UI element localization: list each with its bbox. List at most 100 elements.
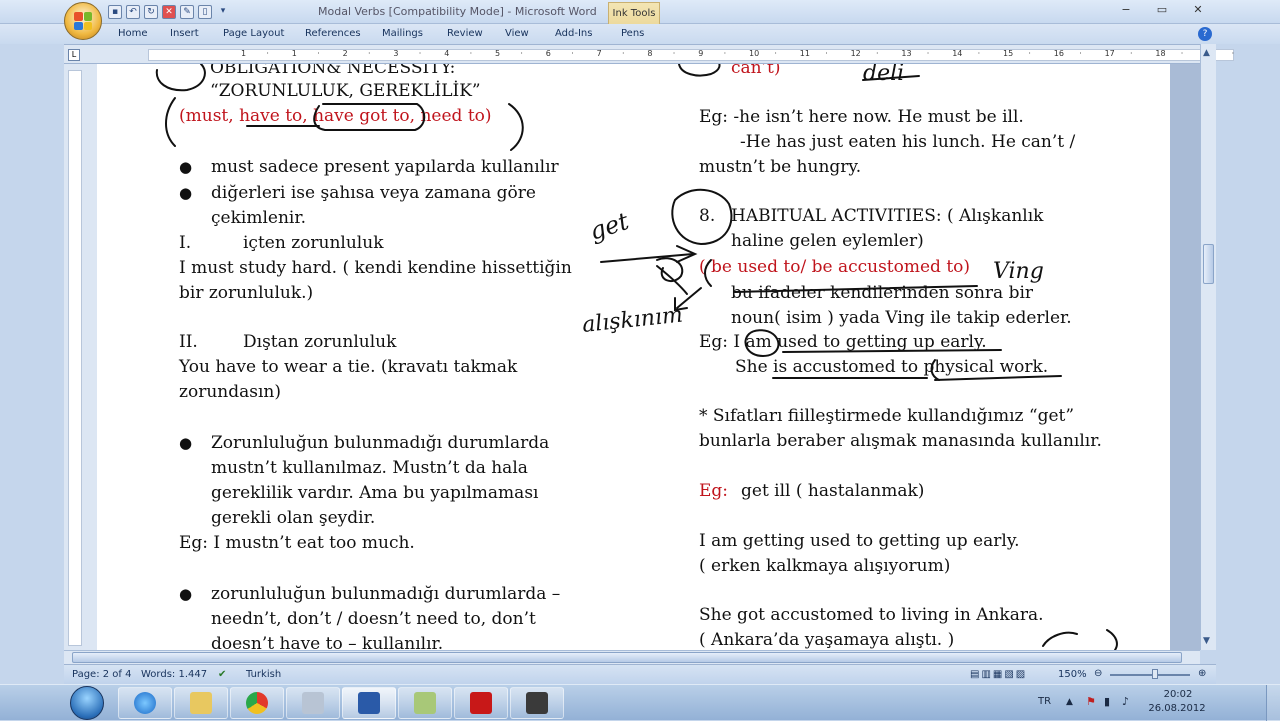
close-button[interactable]: ✕	[1180, 2, 1216, 20]
tab-view[interactable]: View	[505, 28, 529, 39]
new-doc-icon[interactable]: ▯	[198, 5, 212, 19]
ink-bracket-right	[508, 103, 524, 151]
minimize-button[interactable]: −	[1108, 2, 1144, 20]
chrome-icon[interactable]	[230, 687, 284, 719]
close-doc-icon[interactable]: ✕	[162, 5, 176, 19]
example-text: get ill ( hastalanmak)	[741, 481, 925, 501]
flag-icon[interactable]: ⚑	[1086, 695, 1096, 708]
save-icon[interactable]: ▪	[108, 5, 122, 19]
ruler-number: 1	[241, 49, 247, 58]
handwriting-aliskinim: alışkınım	[581, 303, 684, 338]
tab-pens[interactable]: Pens	[621, 28, 644, 39]
tab-references[interactable]: References	[305, 28, 361, 39]
list-item: doesn’t have to – kullanılır.	[211, 634, 444, 650]
acrobat-icon[interactable]	[454, 687, 508, 719]
tab-add-ins[interactable]: Add-Ins	[555, 28, 592, 39]
ink-corner-mark	[1042, 631, 1078, 647]
ruler-number: ·	[723, 49, 727, 58]
tab-review[interactable]: Review	[447, 28, 483, 39]
ruler-number: ·	[368, 49, 371, 58]
zoom-slider[interactable]	[1110, 674, 1190, 676]
ruler-number: 5	[495, 49, 501, 58]
network-icon[interactable]: ▮	[1104, 695, 1110, 708]
maximize-button[interactable]: ▭	[1144, 2, 1180, 20]
ruler-number: ·	[520, 49, 523, 58]
ink-bracket-left	[165, 97, 176, 147]
section-number: 8.	[699, 206, 716, 226]
language-indicator[interactable]: TR	[1038, 696, 1051, 707]
vertical-scrollbar[interactable]: ▲ ▼	[1200, 44, 1216, 650]
scroll-up-icon[interactable]: ▲	[1203, 48, 1210, 58]
language-indicator[interactable]: Turkish	[246, 669, 281, 680]
ink-corner-bracket	[1106, 629, 1118, 650]
customize-qat-icon[interactable]: ▾	[216, 5, 230, 19]
bullet-icon: ●	[179, 184, 193, 202]
horizontal-scrollbar[interactable]	[64, 650, 1200, 664]
zoom-slider-thumb[interactable]	[1152, 669, 1158, 679]
ie-icon[interactable]	[118, 687, 172, 719]
red-text: ( be used to/ be accustomed to)	[699, 257, 971, 277]
proofing-icon[interactable]: ✔	[218, 669, 226, 680]
ruler-number: ·	[469, 49, 473, 58]
ruler-number: ·	[1079, 49, 1082, 58]
list-item: needn’t, don’t / doesn’t need to, don’t	[211, 609, 536, 629]
zoom-in-icon[interactable]: ⊕	[1198, 668, 1206, 679]
tray-arrow-icon[interactable]: ▲	[1066, 697, 1073, 707]
calculator-icon[interactable]	[286, 687, 340, 719]
word-count[interactable]: Words: 1.447	[141, 669, 207, 680]
pen-icon[interactable]: ✎	[180, 5, 194, 19]
office-button[interactable]	[64, 2, 102, 40]
scroll-thumb[interactable]	[72, 652, 1182, 663]
volume-icon[interactable]: ♪	[1122, 695, 1129, 708]
zoom-out-icon[interactable]: ⊖	[1094, 668, 1102, 679]
paragraph-text: zorundasın)	[179, 382, 281, 402]
ink-underline-deli	[862, 75, 920, 81]
clock-date[interactable]: 26.08.2012	[1142, 703, 1212, 714]
ruler-number: ·	[1130, 49, 1133, 58]
tab-page-layout[interactable]: Page Layout	[223, 28, 284, 39]
bullet-icon: ●	[179, 585, 193, 603]
start-button[interactable]	[70, 686, 104, 720]
ink-circle-top-right	[678, 64, 721, 77]
view-buttons[interactable]: ▤▥▦▧▨	[970, 669, 1027, 680]
ink-arrow-down-left	[676, 287, 702, 309]
ink-swirl	[656, 257, 684, 283]
document-area: OBLIGATION& NECESSITY: “ZORUNLULUK, GERE…	[97, 64, 1200, 650]
scroll-down-icon[interactable]: ▼	[1203, 636, 1210, 646]
example-text: I am getting used to getting up early.	[699, 531, 1020, 551]
scroll-thumb[interactable]	[1203, 244, 1214, 284]
tab-insert[interactable]: Insert	[170, 28, 199, 39]
list-item: mustn’t kullanılmaz. Mustn’t da hala	[211, 458, 528, 478]
section-title: HABITUAL ACTIVITIES: ( Alışkanlık	[731, 206, 1044, 226]
ruler-number: ·	[672, 49, 676, 58]
ruler-number: ·	[977, 49, 981, 58]
tab-mailings[interactable]: Mailings	[382, 28, 423, 39]
horizontal-ruler[interactable]: L 1 · 1 · 2 · 3 · 4 · 5 · 6 · 7 · 8 · 9 · 10 · 11 · 12 · 13 · 14 · 15 ·…	[64, 44, 1234, 64]
ruler-number: ·	[926, 49, 930, 58]
zoom-level[interactable]: 150%	[1058, 669, 1087, 680]
ruler-number: ·	[266, 49, 269, 58]
ruler-number: 7	[596, 49, 602, 58]
list-item: gereklilik vardır. Ama bu yapılmaması	[211, 483, 539, 503]
word-icon[interactable]	[342, 687, 396, 719]
help-icon[interactable]: ?	[1198, 27, 1212, 41]
page-count[interactable]: Page: 2 of 4	[72, 669, 131, 680]
show-desktop-button[interactable]	[1266, 685, 1280, 721]
redo-icon[interactable]: ↻	[144, 5, 158, 19]
undo-icon[interactable]: ↶	[126, 5, 140, 19]
notes-icon[interactable]	[398, 687, 452, 719]
red-text: can’t)	[731, 64, 781, 78]
explorer-icon[interactable]	[174, 687, 228, 719]
ruler-number: 10	[749, 49, 760, 58]
ruler-number: ·	[774, 49, 777, 58]
list-item: Zorunluluğun bulunmadığı durumlarda	[211, 433, 550, 453]
ink-arrow-shaft	[656, 265, 688, 295]
tab-selector-icon[interactable]: L	[68, 49, 80, 61]
recorder-icon[interactable]	[510, 687, 564, 719]
document-page[interactable]: OBLIGATION& NECESSITY: “ZORUNLULUK, GERE…	[97, 64, 1170, 650]
tab-home[interactable]: Home	[118, 28, 148, 39]
list-item: çekimlenir.	[211, 208, 306, 228]
clock-time[interactable]: 20:02	[1148, 689, 1208, 700]
vertical-ruler[interactable]	[68, 70, 82, 646]
ruler-number: ·	[317, 49, 320, 58]
